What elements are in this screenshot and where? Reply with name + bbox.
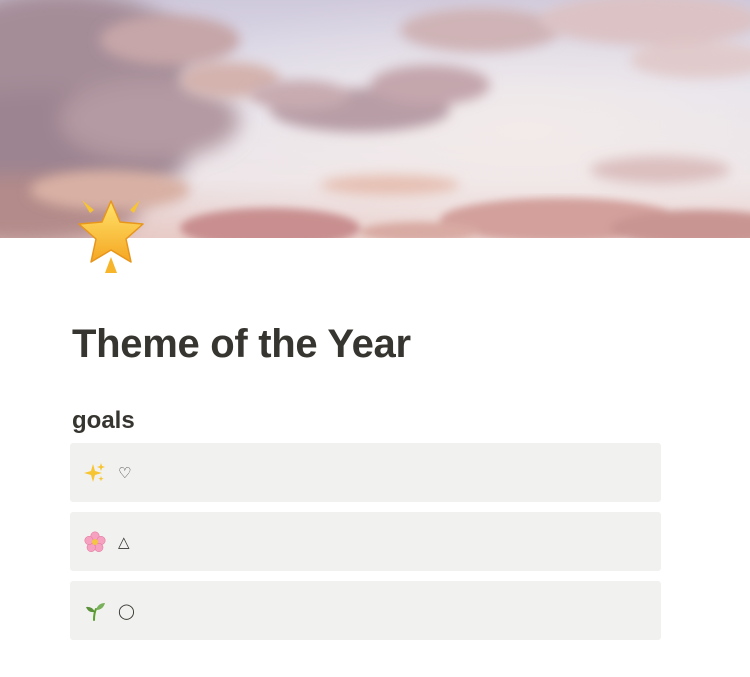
page-title[interactable]: Theme of the Year	[72, 318, 662, 370]
goals-callout-list: ♡ △ ◯	[70, 443, 661, 650]
cherry-blossom-icon[interactable]	[83, 530, 107, 554]
sparkles-icon[interactable]	[83, 461, 107, 485]
goals-heading[interactable]: goals	[72, 406, 662, 436]
callout-text[interactable]: ♡	[118, 463, 131, 483]
callout-block[interactable]: △	[70, 512, 661, 571]
callout-block[interactable]: ◯	[70, 581, 661, 640]
glowing-star-icon[interactable]	[72, 195, 152, 275]
callout-text[interactable]: △	[118, 532, 130, 552]
page-content: Theme of the Year goals	[72, 318, 662, 436]
callout-text[interactable]: ◯	[118, 601, 135, 621]
page: Theme of the Year goals ♡ △ ◯	[0, 0, 750, 677]
seedling-icon[interactable]	[83, 599, 107, 623]
callout-block[interactable]: ♡	[70, 443, 661, 502]
